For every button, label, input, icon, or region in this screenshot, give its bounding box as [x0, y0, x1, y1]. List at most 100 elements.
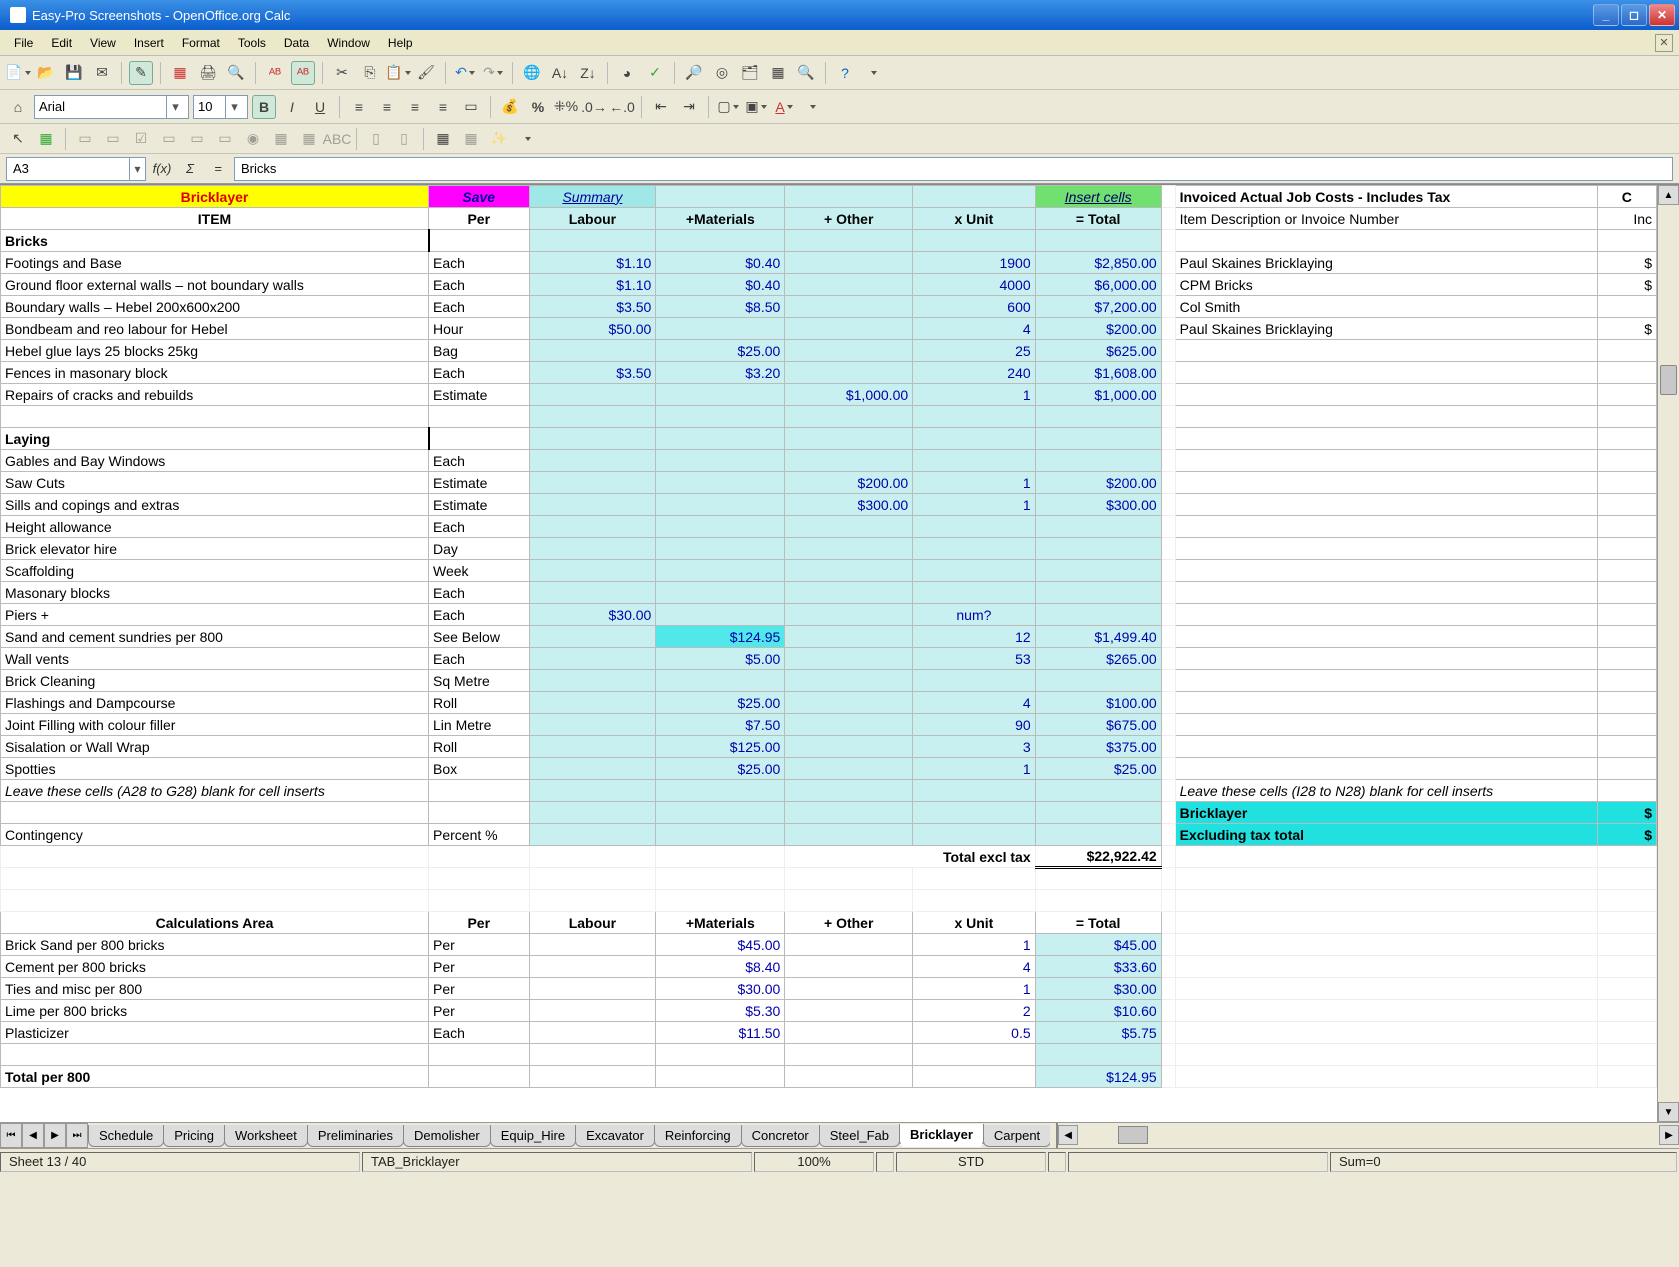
autospell-icon[interactable]: ᴬᴮ	[291, 61, 315, 85]
cell[interactable]	[529, 978, 656, 1000]
cell[interactable]	[785, 978, 913, 1000]
cell[interactable]: $200.00	[785, 472, 913, 494]
cell[interactable]	[1161, 1022, 1175, 1044]
cell[interactable]	[1597, 1044, 1656, 1066]
cell[interactable]	[1161, 1000, 1175, 1022]
cell[interactable]: 600	[913, 296, 1035, 318]
cell[interactable]: $124.95	[656, 626, 785, 648]
cell[interactable]: $33.60	[1035, 956, 1161, 978]
cell[interactable]: Per	[429, 956, 530, 978]
cell[interactable]: $25.00	[656, 340, 785, 362]
cell[interactable]	[656, 802, 785, 824]
cell[interactable]	[1175, 1044, 1597, 1066]
cell[interactable]	[785, 670, 913, 692]
cell[interactable]	[1175, 560, 1597, 582]
menu-window[interactable]: Window	[319, 33, 378, 53]
cell[interactable]	[1161, 846, 1175, 868]
cell[interactable]	[1597, 604, 1656, 626]
cell[interactable]: 4	[913, 692, 1035, 714]
textbox-icon[interactable]: ▭	[157, 127, 181, 151]
cell[interactable]: 1	[913, 494, 1035, 516]
cell[interactable]	[785, 956, 913, 978]
cell[interactable]: $1,000.00	[1035, 384, 1161, 406]
cell[interactable]: $3.50	[529, 296, 656, 318]
cell[interactable]	[1597, 978, 1656, 1000]
cell[interactable]: $265.00	[1035, 648, 1161, 670]
menu-data[interactable]: Data	[276, 33, 317, 53]
cell[interactable]	[429, 846, 530, 868]
cell[interactable]	[1035, 824, 1161, 846]
cell[interactable]	[529, 670, 656, 692]
cell[interactable]: Spotties	[1, 758, 429, 780]
cell[interactable]	[913, 824, 1035, 846]
cell[interactable]	[1175, 978, 1597, 1000]
cell[interactable]	[529, 1066, 656, 1088]
cell[interactable]	[1597, 1066, 1656, 1088]
cell[interactable]: $30.00	[1035, 978, 1161, 1000]
cell[interactable]	[1035, 516, 1161, 538]
cell[interactable]: $11.50	[656, 1022, 785, 1044]
cell[interactable]: Bag	[429, 340, 530, 362]
cell[interactable]: Excluding tax total	[1175, 824, 1597, 846]
sheet-tab[interactable]: Carpent	[983, 1125, 1050, 1147]
cell[interactable]	[656, 670, 785, 692]
more-controls-icon[interactable]: ▦	[297, 127, 321, 151]
cell[interactable]: Estimate	[429, 472, 530, 494]
cell[interactable]	[1035, 428, 1161, 450]
cell[interactable]	[1175, 692, 1597, 714]
cell[interactable]: $8.40	[656, 956, 785, 978]
form-nav-icon[interactable]: ▦	[459, 127, 483, 151]
cell[interactable]	[1161, 208, 1175, 230]
cell[interactable]: Per	[429, 978, 530, 1000]
cell[interactable]: Each	[429, 362, 530, 384]
cell[interactable]	[1161, 670, 1175, 692]
cell[interactable]	[529, 648, 656, 670]
cell[interactable]: Bricklayer	[1175, 802, 1597, 824]
cell[interactable]: Paul Skaines Bricklaying	[1175, 318, 1597, 340]
cell[interactable]: 1	[913, 472, 1035, 494]
horizontal-scrollbar[interactable]: ◀ ▶	[1056, 1123, 1679, 1148]
sheet-tab[interactable]: Concretor	[741, 1125, 820, 1147]
cell[interactable]: $3.50	[529, 362, 656, 384]
cell[interactable]	[429, 868, 530, 890]
status-sum[interactable]: Sum=0	[1330, 1152, 1677, 1172]
cell[interactable]: $3.20	[656, 362, 785, 384]
cell[interactable]	[1597, 362, 1656, 384]
percent-icon[interactable]: %	[526, 95, 550, 119]
cell[interactable]	[1175, 714, 1597, 736]
decrease-indent-icon[interactable]: ⇤	[649, 95, 673, 119]
cell[interactable]	[1597, 648, 1656, 670]
cell[interactable]	[1175, 472, 1597, 494]
styles-icon[interactable]: ⌂	[6, 95, 30, 119]
cell[interactable]	[913, 1044, 1035, 1066]
cell[interactable]	[529, 824, 656, 846]
form-wizard-icon[interactable]: ✨	[487, 127, 511, 151]
cell[interactable]	[1, 802, 429, 824]
hyperlink-icon[interactable]: 🌐	[520, 61, 544, 85]
cell[interactable]: 1	[913, 978, 1035, 1000]
cell[interactable]	[1, 406, 429, 428]
cell[interactable]	[529, 714, 656, 736]
cell[interactable]	[785, 626, 913, 648]
cell[interactable]	[529, 802, 656, 824]
cell[interactable]	[1597, 846, 1656, 868]
cell[interactable]: Week	[429, 560, 530, 582]
cell[interactable]	[785, 934, 913, 956]
cell[interactable]	[785, 780, 913, 802]
cell[interactable]: $45.00	[1035, 934, 1161, 956]
cell[interactable]: Ties and misc per 800	[1, 978, 429, 1000]
cell[interactable]	[1597, 582, 1656, 604]
cell[interactable]: Saw Cuts	[1, 472, 429, 494]
cell[interactable]	[1035, 1044, 1161, 1066]
cell[interactable]	[785, 296, 913, 318]
cell[interactable]: $50.00	[529, 318, 656, 340]
align-left-icon[interactable]: ≡	[347, 95, 371, 119]
cell[interactable]	[656, 384, 785, 406]
cell[interactable]: $	[1597, 802, 1656, 824]
hscroll-thumb[interactable]	[1118, 1126, 1148, 1144]
cell[interactable]	[429, 1066, 530, 1088]
cell[interactable]	[1161, 780, 1175, 802]
cell[interactable]: $6,000.00	[1035, 274, 1161, 296]
cell[interactable]: Height allowance	[1, 516, 429, 538]
cell[interactable]	[1597, 1000, 1656, 1022]
